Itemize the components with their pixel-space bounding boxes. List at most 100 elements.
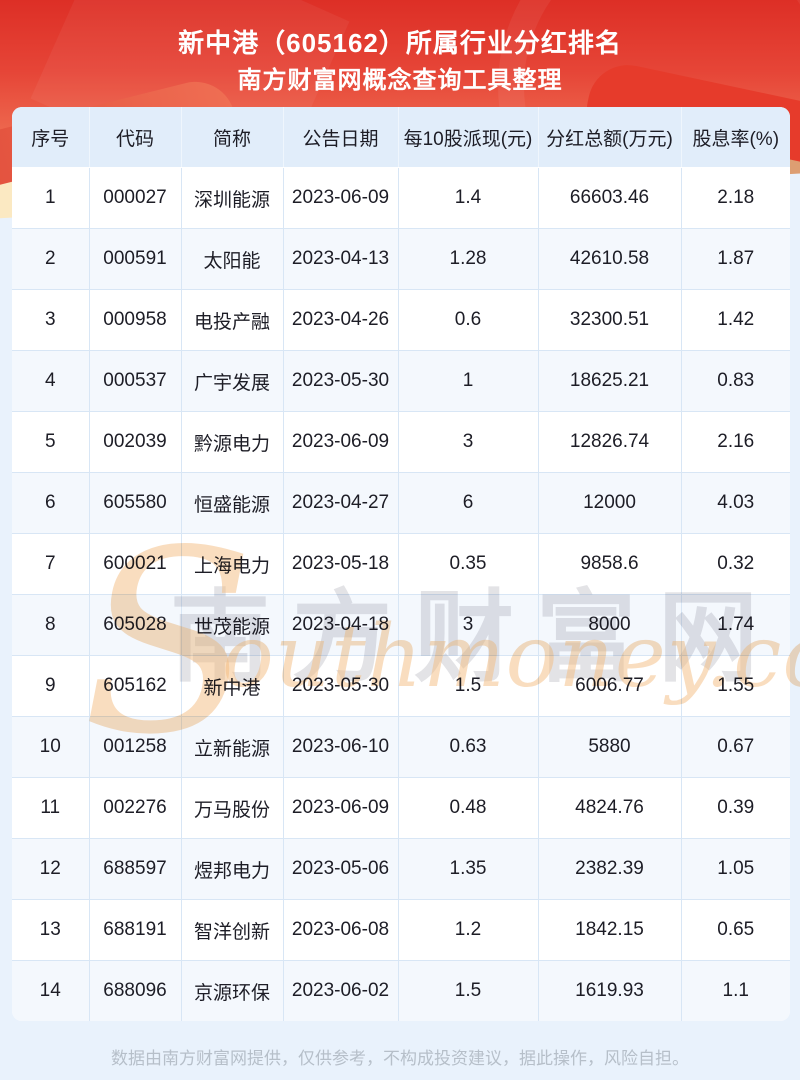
table-cell: 13: [12, 899, 90, 961]
table-cell: 14: [12, 960, 90, 1021]
table-row: 14 688096 京源环保 2023-06-02 1.5 1619.93 1.1: [12, 960, 790, 1021]
table-cell: 2: [12, 228, 90, 290]
column-header: 股息率(%): [680, 107, 790, 168]
table-cell: 4.03: [680, 472, 790, 534]
table-row: 6 605580 恒盛能源 2023-04-27 6 12000 4.03: [12, 472, 790, 534]
table-cell: 0.35: [397, 533, 539, 595]
table-cell: 1.4: [397, 167, 539, 229]
table-cell: 2.18: [680, 167, 790, 229]
table-row: 5 002039 黔源电力 2023-06-09 3 12826.74 2.16: [12, 411, 790, 473]
table-cell: 002039: [88, 411, 182, 473]
table-row: 8 605028 世茂能源 2023-04-18 3 8000 1.74: [12, 594, 790, 656]
table-cell: 煜邦电力: [180, 838, 284, 900]
dividend-ranking-table: 序号 代码 简称 公告日期 每10股派现(元) 分红总额(万元) 股息率(%) 1 00002…: [12, 107, 790, 1021]
table-cell: 605162: [88, 655, 182, 717]
table-cell: 2023-04-13: [282, 228, 399, 290]
table-cell: 605028: [88, 594, 182, 656]
table-cell: 黔源电力: [180, 411, 284, 473]
table-header-row: 序号 代码 简称 公告日期 每10股派现(元) 分红总额(万元) 股息率(%): [12, 107, 790, 168]
table-cell: 6: [397, 472, 539, 534]
table-cell: 2023-04-27: [282, 472, 399, 534]
footer-disclaimer: 数据由南方财富网提供，仅供参考，不构成投资建议，据此操作，风险自担。: [111, 1049, 689, 1068]
column-header: 每10股派现(元): [397, 107, 539, 168]
table-row: 13 688191 智洋创新 2023-06-08 1.2 1842.15 0.65: [12, 899, 790, 961]
table-cell: 3: [397, 411, 539, 473]
table-cell: 恒盛能源: [180, 472, 284, 534]
table-cell: 新中港: [180, 655, 284, 717]
table-cell: 广宇发展: [180, 350, 284, 412]
table-cell: 京源环保: [180, 960, 284, 1021]
table-cell: 1.87: [680, 228, 790, 290]
table-row: 2 000591 太阳能 2023-04-13 1.28 42610.58 1.87: [12, 228, 790, 290]
table-cell: 1619.93: [537, 960, 682, 1021]
table-cell: 电投产融: [180, 289, 284, 351]
table-cell: 1.05: [680, 838, 790, 900]
table-cell: 世茂能源: [180, 594, 284, 656]
table-cell: 8: [12, 594, 90, 656]
table-cell: 0.6: [397, 289, 539, 351]
page-title-line1: 新中港（605162）所属行业分红排名: [178, 28, 622, 58]
table-cell: 4824.76: [537, 777, 682, 839]
table-row: 10 001258 立新能源 2023-06-10 0.63 5880 0.67: [12, 716, 790, 778]
table-cell: 1: [12, 167, 90, 229]
table-cell: 688191: [88, 899, 182, 961]
table-cell: 0.83: [680, 350, 790, 412]
table-cell: 2023-06-08: [282, 899, 399, 961]
table-cell: 10: [12, 716, 90, 778]
table-row: 1 000027 深圳能源 2023-06-09 1.4 66603.46 2.18: [12, 167, 790, 229]
table-row: 4 000537 广宇发展 2023-05-30 1 18625.21 0.83: [12, 350, 790, 412]
table-cell: 2023-06-09: [282, 411, 399, 473]
table-cell: 5880: [537, 716, 682, 778]
table-cell: 1.28: [397, 228, 539, 290]
table-cell: 6: [12, 472, 90, 534]
table-row: 11 002276 万马股份 2023-06-09 0.48 4824.76 0.39: [12, 777, 790, 839]
table-cell: 2.16: [680, 411, 790, 473]
table-cell: 688597: [88, 838, 182, 900]
table-cell: 3: [12, 289, 90, 351]
table-cell: 12: [12, 838, 90, 900]
table-cell: 2023-06-10: [282, 716, 399, 778]
column-header: 代码: [88, 107, 182, 168]
table-cell: 2023-04-18: [282, 594, 399, 656]
table-row: 7 600021 上海电力 2023-05-18 0.35 9858.6 0.32: [12, 533, 790, 595]
table-cell: 0.48: [397, 777, 539, 839]
table-cell: 太阳能: [180, 228, 284, 290]
table-cell: 万马股份: [180, 777, 284, 839]
table-cell: 2382.39: [537, 838, 682, 900]
table-cell: 5: [12, 411, 90, 473]
table-cell: 1.35: [397, 838, 539, 900]
table-cell: 12826.74: [537, 411, 682, 473]
table-cell: 深圳能源: [180, 167, 284, 229]
table-cell: 605580: [88, 472, 182, 534]
table-cell: 0.67: [680, 716, 790, 778]
table-cell: 000958: [88, 289, 182, 351]
table-cell: 2023-05-30: [282, 350, 399, 412]
page: 新中港（605162）所属行业分红排名 南方财富网概念查询工具整理 序号 代码 简称…: [0, 0, 800, 1080]
table-cell: 1.55: [680, 655, 790, 717]
table-cell: 1.5: [397, 960, 539, 1021]
table-cell: 000027: [88, 167, 182, 229]
table-cell: 2023-05-18: [282, 533, 399, 595]
table-card: 序号 代码 简称 公告日期 每10股派现(元) 分红总额(万元) 股息率(%) 1 00002…: [12, 107, 790, 1021]
table-cell: 11: [12, 777, 90, 839]
table-cell: 66603.46: [537, 167, 682, 229]
table-cell: 2023-06-02: [282, 960, 399, 1021]
table-row: 9 605162 新中港 2023-05-30 1.5 6006.77 1.55: [12, 655, 790, 717]
table-cell: 12000: [537, 472, 682, 534]
table-cell: 600021: [88, 533, 182, 595]
table-cell: 1.74: [680, 594, 790, 656]
table-cell: 000591: [88, 228, 182, 290]
table-cell: 9: [12, 655, 90, 717]
table-cell: 2023-04-26: [282, 289, 399, 351]
column-header: 序号: [12, 107, 90, 168]
table-cell: 立新能源: [180, 716, 284, 778]
table-cell: 7: [12, 533, 90, 595]
table-cell: 2023-05-30: [282, 655, 399, 717]
column-header: 分红总额(万元): [537, 107, 682, 168]
table-cell: 8000: [537, 594, 682, 656]
table-cell: 1: [397, 350, 539, 412]
table-cell: 42610.58: [537, 228, 682, 290]
table-cell: 1842.15: [537, 899, 682, 961]
table-cell: 002276: [88, 777, 182, 839]
table-cell: 0.63: [397, 716, 539, 778]
